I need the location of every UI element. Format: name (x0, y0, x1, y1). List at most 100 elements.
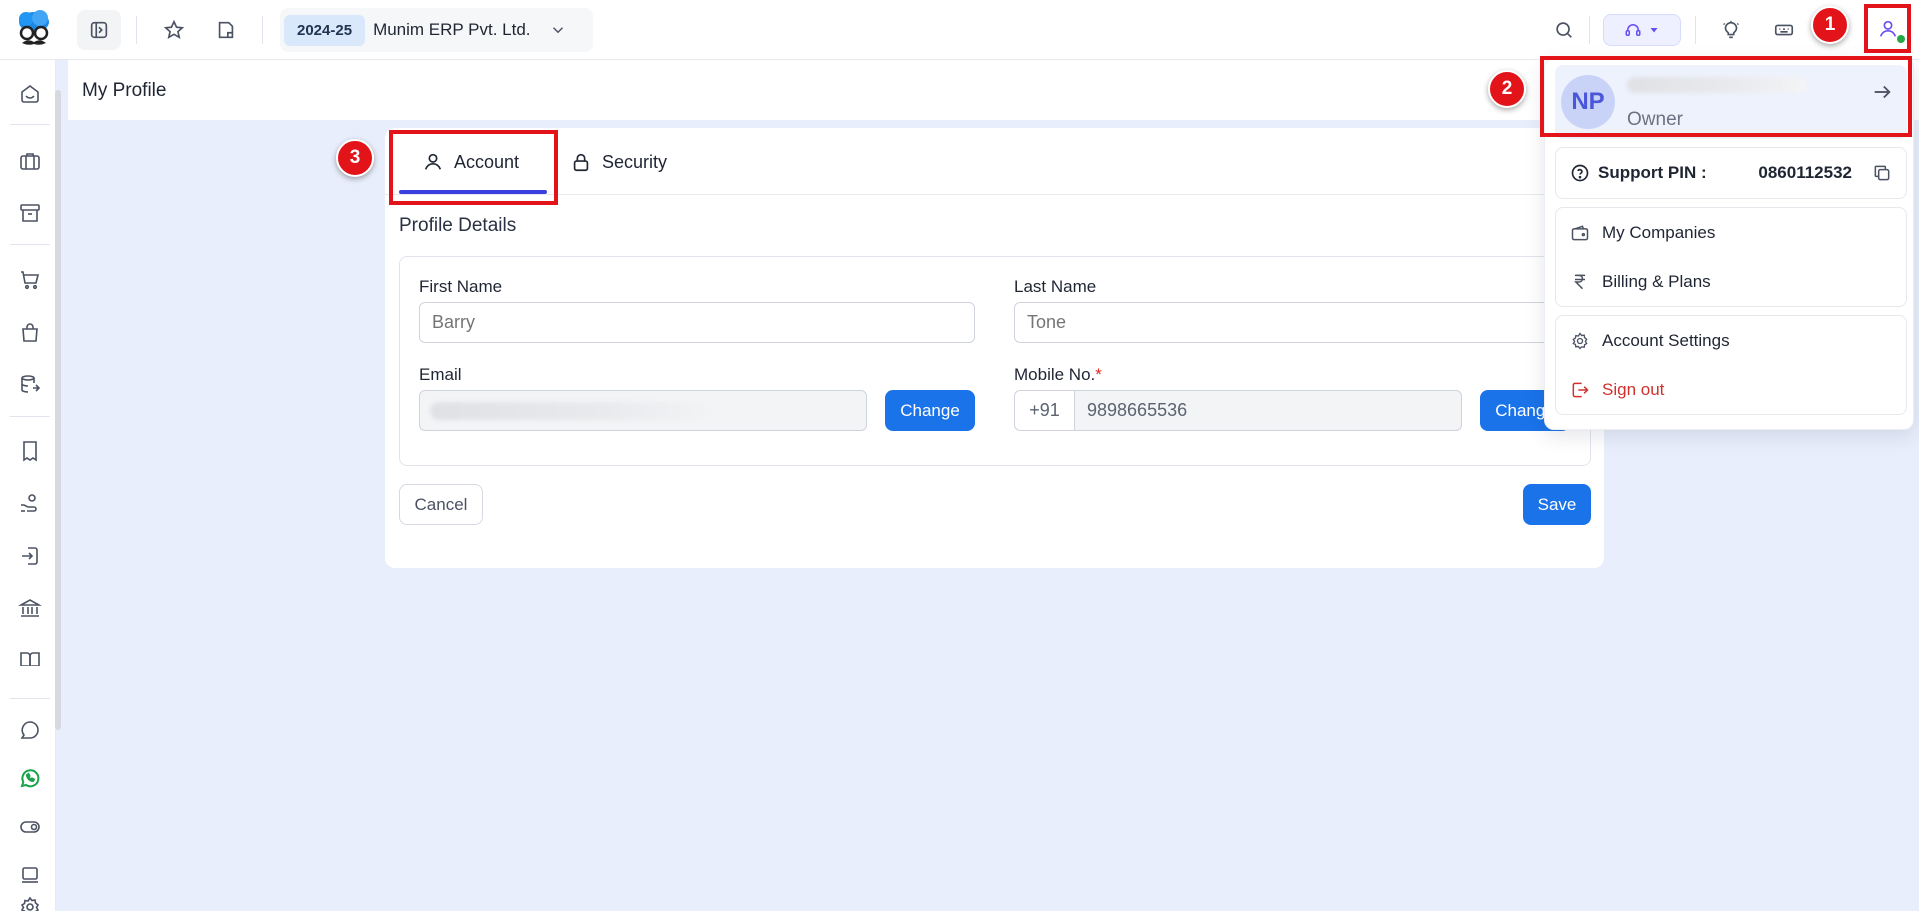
menu-item-account-settings[interactable]: Account Settings (1556, 319, 1906, 363)
first-name-input[interactable] (419, 302, 975, 343)
divider (136, 16, 137, 44)
profile-form: First Name Last Name Email Change Mobile… (399, 256, 1591, 466)
sidebar-item-transfer[interactable] (10, 538, 50, 574)
last-name-input[interactable] (1014, 302, 1574, 343)
whatsapp-icon (20, 769, 40, 788)
gear-icon (20, 896, 40, 911)
archive-icon (20, 204, 40, 222)
annotation-box-2 (1540, 56, 1912, 137)
star-icon[interactable] (152, 10, 196, 50)
cart-icon (21, 271, 40, 290)
gear-icon (1572, 332, 1588, 350)
support-pin-label: Support PIN : (1598, 163, 1707, 182)
menu-item-my-companies[interactable]: My Companies (1556, 211, 1906, 255)
rupee-icon (1574, 274, 1585, 290)
annotation-box-3 (389, 130, 558, 205)
company-name: Munim ERP Pvt. Ltd. (373, 20, 531, 39)
support-pin-value: 0860112532 (1758, 163, 1852, 182)
cancel-button[interactable]: Cancel (399, 484, 483, 525)
tab-security[interactable]: Security (570, 138, 667, 186)
support-pin-row: Support PIN : 0860112532 (1556, 151, 1906, 195)
caret-down-icon (1650, 28, 1658, 33)
book-open-icon (20, 652, 40, 666)
sidebar-item-bank[interactable] (10, 590, 50, 626)
divider (262, 16, 263, 44)
sidebar-toggle-icon[interactable] (77, 10, 121, 50)
sidebar-scrollbar[interactable] (55, 90, 61, 730)
email-label: Email (419, 365, 462, 384)
note-icon[interactable] (204, 10, 248, 50)
sidebar (0, 60, 61, 911)
annotation-badge-3: 3 (336, 139, 374, 177)
sign-out-icon (1572, 382, 1589, 398)
headset-icon (1625, 24, 1641, 36)
briefcase-icon (20, 153, 40, 170)
section-title: Profile Details (399, 215, 517, 236)
profile-card: Account Security Profile Details First N… (385, 128, 1604, 568)
menu-item-billing-plans[interactable]: Billing & Plans (1556, 260, 1906, 304)
company-selector[interactable]: 2024-25 Munim ERP Pvt. Ltd. (280, 8, 593, 52)
menu-item-sign-out[interactable]: Sign out (1556, 368, 1906, 412)
sidebar-item-settings[interactable] (10, 895, 50, 911)
divider (1589, 16, 1590, 44)
last-name-label: Last Name (1014, 277, 1097, 296)
mobile-label-text: Mobile No. (1014, 365, 1096, 384)
support-pin-group: Support PIN : 0860112532 (1555, 147, 1907, 199)
tab-label: Security (602, 151, 668, 172)
top-bar: 2024-25 Munim ERP Pvt. Ltd. (0, 0, 1919, 60)
tab-bar: Account Security (385, 128, 1604, 195)
hand-user-icon (21, 494, 37, 512)
shopping-bag-icon (22, 323, 38, 342)
mobile-field: +91 9898665536 (1014, 390, 1462, 431)
country-code: +91 (1015, 391, 1075, 430)
home-icon (21, 85, 39, 103)
sidebar-item-chat[interactable] (10, 712, 50, 748)
copy-icon[interactable] (1872, 163, 1892, 183)
annotation-badge-2: 2 (1488, 70, 1526, 108)
database-export-icon (21, 375, 41, 393)
munim-logo-icon[interactable] (12, 8, 56, 52)
change-email-button[interactable]: Change (885, 390, 975, 431)
help-circle-icon (1571, 164, 1589, 182)
keyboard-icon[interactable] (1762, 10, 1806, 50)
blurred-email (430, 402, 720, 420)
mobile-label: Mobile No.* (1014, 365, 1102, 385)
chat-icon (20, 721, 39, 739)
sidebar-item-inventory[interactable] (10, 195, 50, 231)
first-name-label: First Name (419, 277, 503, 296)
annotation-box-1 (1864, 4, 1911, 53)
sidebar-item-purchase[interactable] (10, 315, 50, 351)
sidebar-item-database[interactable] (10, 367, 50, 403)
menu-item-label: Account Settings (1602, 331, 1730, 350)
save-button[interactable]: Save (1523, 484, 1591, 525)
login-icon (22, 547, 38, 565)
wallet-icon (1571, 225, 1589, 241)
sidebar-item-parties[interactable] (10, 485, 50, 521)
sidebar-item-whatsapp[interactable] (10, 760, 50, 796)
page-title: My Profile (82, 80, 167, 101)
sidebar-divider (10, 416, 50, 417)
lock-icon (573, 153, 589, 172)
support-button[interactable] (1603, 14, 1681, 46)
annotation-badge-1: 1 (1811, 6, 1849, 44)
sidebar-item-ledger[interactable] (10, 433, 50, 469)
mobile-value: 9898665536 (1087, 400, 1188, 420)
sidebar-divider (10, 244, 50, 245)
required-mark: * (1095, 365, 1102, 384)
sidebar-item-books[interactable] (10, 642, 50, 666)
settings-group: Account Settings Sign out (1555, 315, 1907, 415)
sidebar-item-sales[interactable] (10, 262, 50, 298)
email-field (419, 390, 867, 431)
sidebar-divider (10, 124, 50, 125)
menu-item-label: My Companies (1602, 223, 1716, 242)
toggle-icon (20, 821, 40, 833)
divider (1695, 16, 1696, 44)
sidebar-item-home[interactable] (10, 76, 50, 112)
search-icon[interactable] (1542, 10, 1586, 50)
menu-item-label: Sign out (1602, 380, 1665, 399)
sidebar-item-display[interactable] (10, 857, 50, 893)
sidebar-item-business[interactable] (10, 143, 50, 179)
lightbulb-icon[interactable] (1709, 10, 1753, 50)
sidebar-item-toggle[interactable] (10, 809, 50, 845)
account-links-group: My Companies Billing & Plans (1555, 207, 1907, 307)
